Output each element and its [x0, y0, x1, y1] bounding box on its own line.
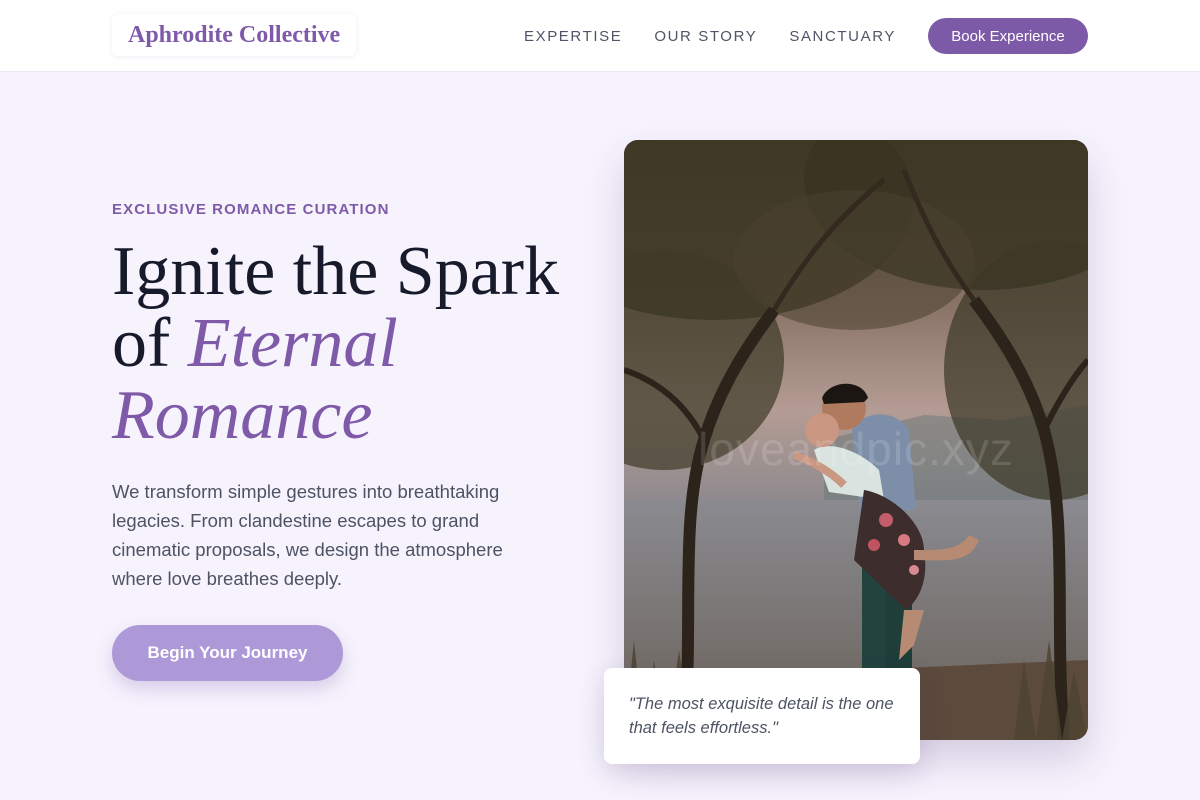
testimonial-quote-card: "The most exquisite detail is the one th…	[604, 668, 920, 764]
nav-link-our-story[interactable]: OUR STORY	[654, 28, 757, 45]
nav-link-expertise[interactable]: EXPERTISE	[524, 28, 622, 45]
image-watermark: loveandpic.xyz	[698, 423, 1014, 475]
brand-logo[interactable]: Aphrodite Collective	[112, 14, 357, 56]
nav-links: EXPERTISE OUR STORY SANCTUARY Book Exper…	[524, 18, 1088, 54]
hero-couple-photo: loveandpic.xyz	[624, 140, 1088, 740]
begin-journey-button[interactable]: Begin Your Journey	[112, 625, 343, 681]
hero-lead-paragraph: We transform simple gestures into breath…	[112, 481, 503, 589]
quote-text: "The most exquisite detail is the one th…	[629, 695, 894, 737]
nav-link-sanctuary[interactable]: SANCTUARY	[789, 28, 896, 45]
book-experience-button[interactable]: Book Experience	[928, 18, 1088, 54]
top-navigation: Aphrodite Collective EXPERTISE OUR STORY…	[0, 0, 1200, 72]
hero-eyebrow: EXCLUSIVE ROMANCE CURATION	[112, 201, 390, 218]
hero-headline: Ignite the Spark of Eternal Romance	[112, 236, 602, 452]
